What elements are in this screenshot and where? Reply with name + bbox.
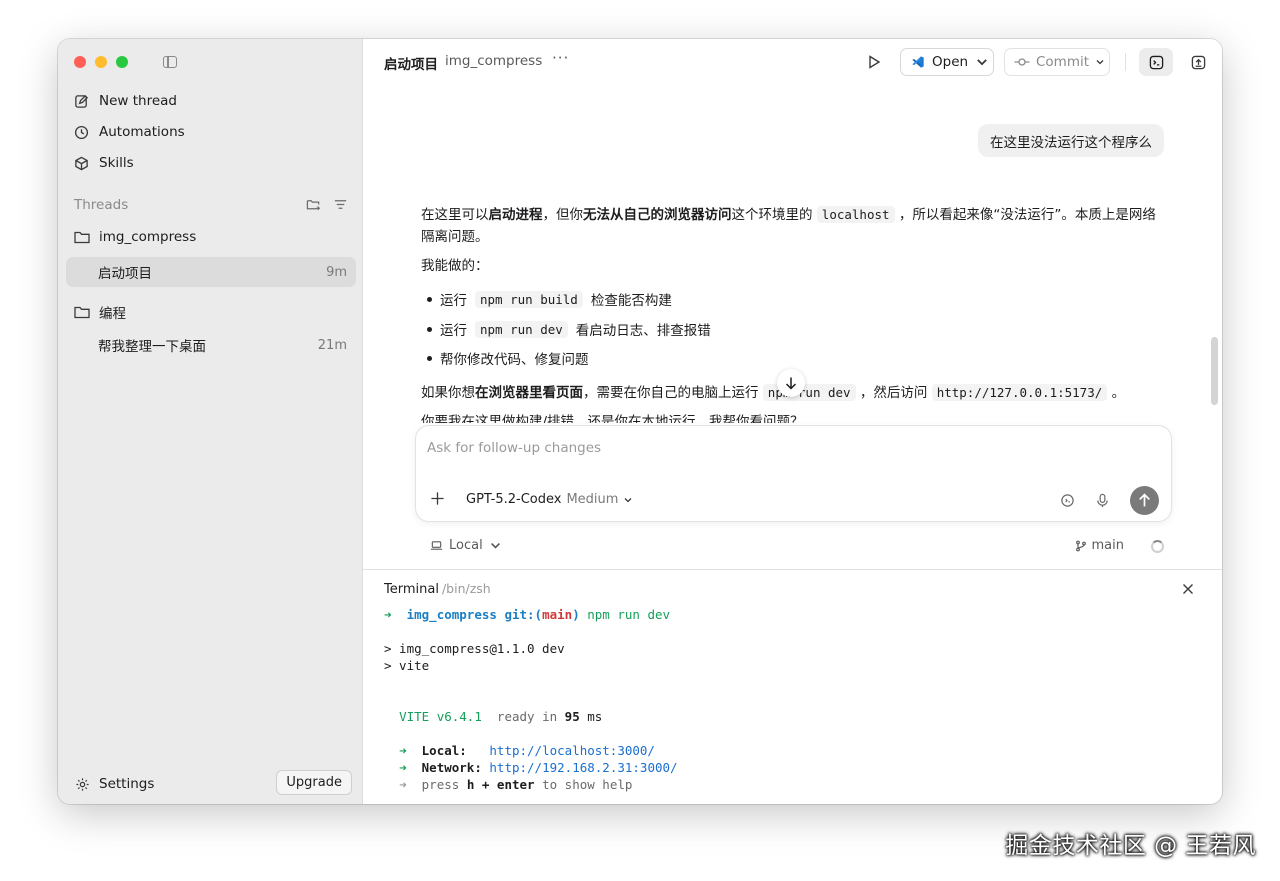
commit-icon [1014,58,1030,66]
thread-time: 9m [326,264,347,280]
close-icon[interactable] [1182,583,1194,595]
laptop-icon [430,541,443,550]
scroll-to-bottom-button[interactable] [777,369,805,397]
terminal-panel[interactable]: Terminal/bin/zsh ➜ img_compress git:(mai… [363,569,1222,804]
plus-icon[interactable] [430,491,445,506]
user-message: 在这里没法运行这个程序么 [978,124,1164,157]
filter-icon[interactable] [333,197,348,212]
assistant-paragraph: 你要我在这里做构建/排错，还是你在本地运行，我帮你看问题？ [421,414,804,423]
new-folder-icon[interactable] [306,197,321,212]
scrollbar[interactable] [1211,337,1218,405]
branch-label: main [1091,538,1124,553]
terminal-output: ➜ img_compress git:(main) npm run dev > … [384,607,678,792]
zoom-window-button[interactable] [116,56,128,68]
export-button[interactable] [1181,48,1215,76]
chevron-down-icon [977,59,987,66]
commit-button[interactable]: Commit [1004,48,1110,76]
thread-title: 帮我整理一下桌面 [98,339,206,355]
window-controls [74,56,128,68]
list-item: 帮你修改代码、修复问题 [427,348,589,368]
model-name: GPT-5.2-Codex [466,492,562,507]
thread-item[interactable]: 启动项目 9m [66,257,356,287]
followup-input[interactable]: Ask for follow-up changes [427,440,601,456]
folder-programming[interactable]: 编程 [74,302,126,322]
terminal-shell: /bin/zsh [441,581,491,596]
assistant-paragraph: 在这里可以启动进程，但你无法从自己的浏览器访问这个环境里的 localhost … [421,206,1156,245]
clock-icon [74,125,89,139]
list-item: 运行 npm run build 检查能否构建 [427,289,672,309]
topbar: 启动项目 img_compress ··· Open Commit [363,39,1222,85]
threads-actions [306,197,348,212]
list-item: 运行 npm run dev 看启动日志、排查报错 [427,319,711,339]
composer[interactable]: Ask for follow-up changes GPT-5.2-Codex … [415,425,1172,522]
branch-selector[interactable]: main [1075,538,1124,553]
threads-heading: Threads [74,197,129,213]
more-options-icon[interactable]: ··· [552,49,569,67]
gear-icon [76,777,89,791]
automations-button[interactable]: Automations [74,121,185,143]
composer-actions [1060,486,1159,515]
skills-button[interactable]: Skills [74,152,134,174]
chevron-down-icon [1096,60,1104,65]
terminal-title: Terminal [384,582,439,597]
model-level: Medium [566,492,619,507]
settings-label: Settings [99,776,155,792]
folder-icon [74,306,90,319]
assistant-paragraph: 我能做的： [421,258,489,274]
terminal-icon [1149,55,1163,69]
folder-img-compress[interactable]: img_compress [74,229,196,245]
export-icon [1191,55,1205,69]
thread-time: 21m [317,337,347,353]
environment-label: Local [449,538,483,553]
folder-label: 编程 [99,306,126,322]
nav-label: Automations [99,124,185,140]
edit-icon [75,94,89,108]
nav-label: Skills [99,155,134,171]
open-button[interactable]: Open [900,48,994,76]
thread-item[interactable]: 帮我整理一下桌面 21m [66,330,356,360]
model-selector[interactable]: GPT-5.2-Codex Medium [466,492,633,507]
cube-icon [75,156,88,170]
chevron-down-icon [490,542,500,549]
commit-label: Commit [1036,54,1090,70]
nav-label: New thread [99,93,177,109]
new-thread-button[interactable]: New thread [74,90,177,112]
terminal-toggle-button[interactable] [1139,48,1173,76]
play-icon[interactable] [866,54,882,70]
watermark: 掘金技术社区 @ 王若风 [1005,833,1256,859]
send-button[interactable] [1130,486,1159,515]
page-title: 启动项目 [384,57,438,73]
arrow-up-icon [1139,493,1150,507]
microphone-icon[interactable] [1095,493,1110,508]
vscode-icon [912,56,924,68]
chevron-down-icon [624,497,632,502]
sidebar-toggle-icon[interactable] [163,56,177,68]
loading-spinner-icon [1151,540,1164,553]
environment-selector[interactable]: Local [430,538,502,553]
folder-label: img_compress [99,229,197,245]
context-icon[interactable] [1060,493,1075,508]
folder-icon [74,231,90,244]
main-panel: 启动项目 img_compress ··· Open Commit 在这里没法运… [363,39,1222,569]
thread-title: 启动项目 [98,266,152,282]
upgrade-button[interactable]: Upgrade [276,770,352,795]
settings-button[interactable]: Settings [75,776,154,792]
app-window: New thread Automations Skills Threads im… [58,39,1222,804]
arrow-down-icon [785,377,797,390]
project-name: img_compress [445,53,543,69]
open-label: Open [932,54,969,70]
close-window-button[interactable] [74,56,86,68]
minimize-window-button[interactable] [95,56,107,68]
terminal-header: Terminal/bin/zsh [384,581,491,597]
git-branch-icon [1075,540,1086,551]
sidebar: New thread Automations Skills Threads im… [58,39,363,804]
toolbar-divider [1125,53,1126,71]
